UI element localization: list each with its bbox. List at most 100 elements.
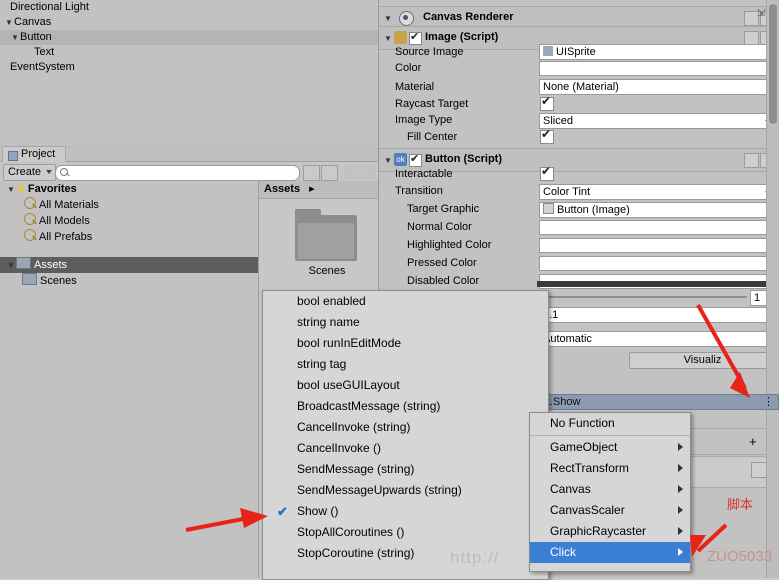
- tree-label: All Models: [39, 215, 90, 227]
- submenu-item-label: Canvas: [550, 482, 591, 496]
- menu-item-bool-usegui-layout[interactable]: bool useGUILayout: [263, 375, 548, 396]
- fill-center-checkbox[interactable]: [540, 127, 554, 144]
- submenu-item-click[interactable]: Click: [530, 542, 690, 563]
- inspector-scrollbar[interactable]: [766, 0, 779, 578]
- property-label: Image Type: [395, 114, 453, 126]
- filter-by-label-button[interactable]: [321, 165, 338, 181]
- hierarchy-item-text[interactable]: Text: [0, 45, 378, 60]
- hierarchy-item-eventsystem[interactable]: EventSystem: [0, 60, 378, 75]
- menu-item-label: SendMessageUpwards (string): [297, 483, 462, 497]
- pressed-color-swatch[interactable]: [539, 256, 773, 271]
- menu-item-bool-runineditmode[interactable]: bool runInEditMode: [263, 333, 548, 354]
- add-event-button[interactable]: +: [749, 434, 757, 449]
- property-label: Target Graphic: [407, 203, 480, 215]
- component-enabled-checkbox[interactable]: [409, 30, 422, 45]
- disclosure-triangle-icon[interactable]: ▼: [384, 156, 392, 165]
- color-multiplier-slider-track[interactable]: [540, 296, 747, 298]
- color-swatch[interactable]: [539, 61, 773, 76]
- submenu-item-graphicraycaster[interactable]: GraphicRaycaster: [530, 521, 690, 542]
- menu-item-string-tag[interactable]: string tag: [263, 354, 548, 375]
- target-graphic-field[interactable]: Button (Image): [539, 202, 776, 218]
- property-label: Pressed Color: [407, 257, 477, 269]
- component-enabled-checkbox[interactable]: [409, 152, 422, 167]
- hierarchy-panel: Directional Light ▼Canvas ▼Button Text E…: [0, 0, 379, 145]
- submenu-item-recttransform[interactable]: RectTransform: [530, 458, 690, 479]
- method-dropdown-menu[interactable]: bool enabled string name bool runInEditM…: [262, 290, 549, 580]
- property-label: Color: [395, 62, 422, 74]
- material-field[interactable]: None (Material): [539, 79, 776, 95]
- disclosure-triangle-icon[interactable]: ▼: [384, 14, 392, 23]
- menu-item-label: bool useGUILayout: [297, 378, 400, 392]
- project-tree-all-models[interactable]: All Models: [0, 213, 258, 229]
- search-icon: [24, 213, 36, 225]
- submenu-item-canvasscaler[interactable]: CanvasScaler: [530, 500, 690, 521]
- menu-item-cancelinvoke-string[interactable]: CancelInvoke (string): [263, 417, 548, 438]
- component-menu-icon[interactable]: [744, 153, 759, 168]
- project-tree-favorites[interactable]: ▼★ Favorites: [0, 181, 258, 197]
- menu-item-stopallcoroutines[interactable]: StopAllCoroutines (): [263, 522, 548, 543]
- disclosure-triangle-icon[interactable]: ▼: [6, 182, 16, 198]
- raycast-target-checkbox[interactable]: [540, 94, 554, 111]
- source-image-value: UISprite: [556, 46, 596, 58]
- menu-icon[interactable]: [361, 165, 376, 179]
- project-tree-assets[interactable]: ▼ Assets: [0, 257, 258, 273]
- chevron-right-icon: [678, 506, 683, 514]
- disclosure-triangle-icon[interactable]: ▼: [384, 34, 392, 43]
- source-image-field[interactable]: UISprite: [539, 44, 776, 60]
- search-icon: [60, 168, 68, 176]
- submenu-item-no-function[interactable]: No Function: [530, 413, 690, 434]
- normal-color-swatch[interactable]: [539, 220, 773, 235]
- project-tree-all-materials[interactable]: All Materials: [0, 197, 258, 213]
- canvas-renderer-icon-dot: [403, 15, 408, 20]
- submenu-item-canvas[interactable]: Canvas: [530, 479, 690, 500]
- transition-dropdown[interactable]: Color Tint: [539, 184, 776, 200]
- menu-item-bool-enabled[interactable]: bool enabled: [263, 291, 548, 312]
- submenu-item-gameobject[interactable]: GameObject: [530, 437, 690, 458]
- disclosure-triangle-icon[interactable]: ▼: [6, 258, 16, 274]
- menu-item-label: SendMessage (string): [297, 462, 415, 476]
- menu-item-broadcastmessage[interactable]: BroadcastMessage (string): [263, 396, 548, 417]
- hierarchy-item-directional-light[interactable]: Directional Light: [0, 0, 378, 15]
- menu-item-cancelinvoke[interactable]: CancelInvoke (): [263, 438, 548, 459]
- project-tree-all-prefabs[interactable]: All Prefabs: [0, 229, 258, 245]
- target-graphic-value: Button (Image): [557, 204, 630, 216]
- component-drag-handle[interactable]: ⇲: [757, 8, 765, 19]
- breadcrumb-arrow-icon: ▸: [309, 183, 315, 195]
- interactable-checkbox[interactable]: [540, 164, 554, 181]
- submenu-item-label: GameObject: [550, 440, 618, 454]
- menu-item-sendmessage[interactable]: SendMessage (string): [263, 459, 548, 480]
- property-label: Fill Center: [407, 131, 458, 143]
- project-tree-scenes[interactable]: Scenes: [0, 273, 258, 289]
- menu-item-show[interactable]: ✔ Show (): [263, 501, 548, 522]
- image-icon: [543, 203, 554, 214]
- annotation-arrow-1: [696, 304, 750, 398]
- property-label: Interactable: [395, 168, 453, 180]
- project-search-input[interactable]: [55, 165, 300, 181]
- menu-item-string-name[interactable]: string name: [263, 312, 548, 333]
- submenu-item-label: Click: [550, 545, 576, 559]
- disclosure-triangle-icon[interactable]: ▼: [10, 30, 20, 45]
- menu-item-label: CancelInvoke (): [297, 441, 382, 455]
- image-type-dropdown[interactable]: Sliced: [539, 113, 776, 129]
- submenu-item-label: GraphicRaycaster: [550, 524, 647, 538]
- menu-item-label: string name: [297, 315, 360, 329]
- hierarchy-item-button[interactable]: ▼Button: [0, 30, 378, 45]
- disclosure-triangle-icon[interactable]: ▼: [4, 15, 14, 30]
- hierarchy-item-canvas[interactable]: ▼Canvas: [0, 15, 378, 30]
- tab-project[interactable]: Project: [2, 146, 67, 162]
- create-button[interactable]: Create: [3, 164, 57, 181]
- folder-front: [298, 223, 354, 259]
- component-selection-menu[interactable]: No Function GameObject RectTransform Can…: [529, 412, 691, 572]
- inspector-scrollbar-thumb[interactable]: [769, 4, 777, 124]
- menu-item-label: Show (): [297, 504, 339, 518]
- filter-by-type-button[interactable]: [303, 165, 320, 181]
- event-entry-icon: [751, 462, 767, 478]
- asset-folder-icon[interactable]: [295, 209, 357, 261]
- menu-item-sendmessageupwards[interactable]: SendMessageUpwards (string): [263, 480, 548, 501]
- folder-icon: [22, 273, 37, 285]
- lock-icon[interactable]: [344, 165, 359, 179]
- highlighted-color-swatch[interactable]: [539, 238, 773, 253]
- chevron-down-icon: [46, 170, 53, 174]
- checkmark-icon: ✔: [277, 504, 288, 519]
- menu-item-stopcoroutine[interactable]: StopCoroutine (string): [263, 543, 548, 564]
